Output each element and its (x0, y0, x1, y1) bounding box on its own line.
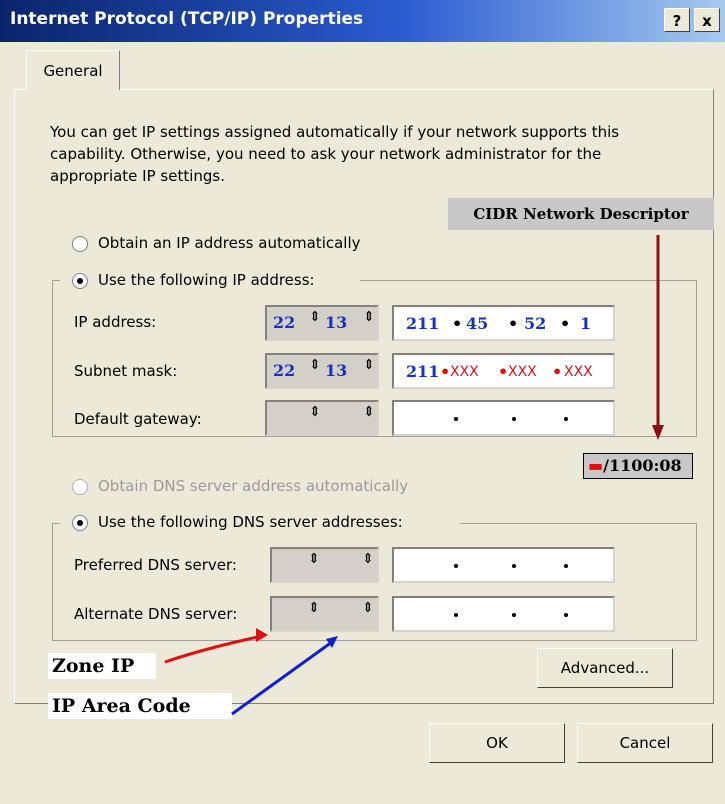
cidr-arrow-head-icon (652, 425, 664, 440)
zone-ip-arrow-head-icon (256, 628, 268, 642)
annotation-arrows (164, 235, 664, 716)
area-code-arrow-line (231, 640, 333, 716)
zone-ip-arrow-line (164, 634, 263, 664)
tcpip-properties-dialog: Internet Protocol (TCP/IP) Properties ? … (0, 0, 725, 804)
